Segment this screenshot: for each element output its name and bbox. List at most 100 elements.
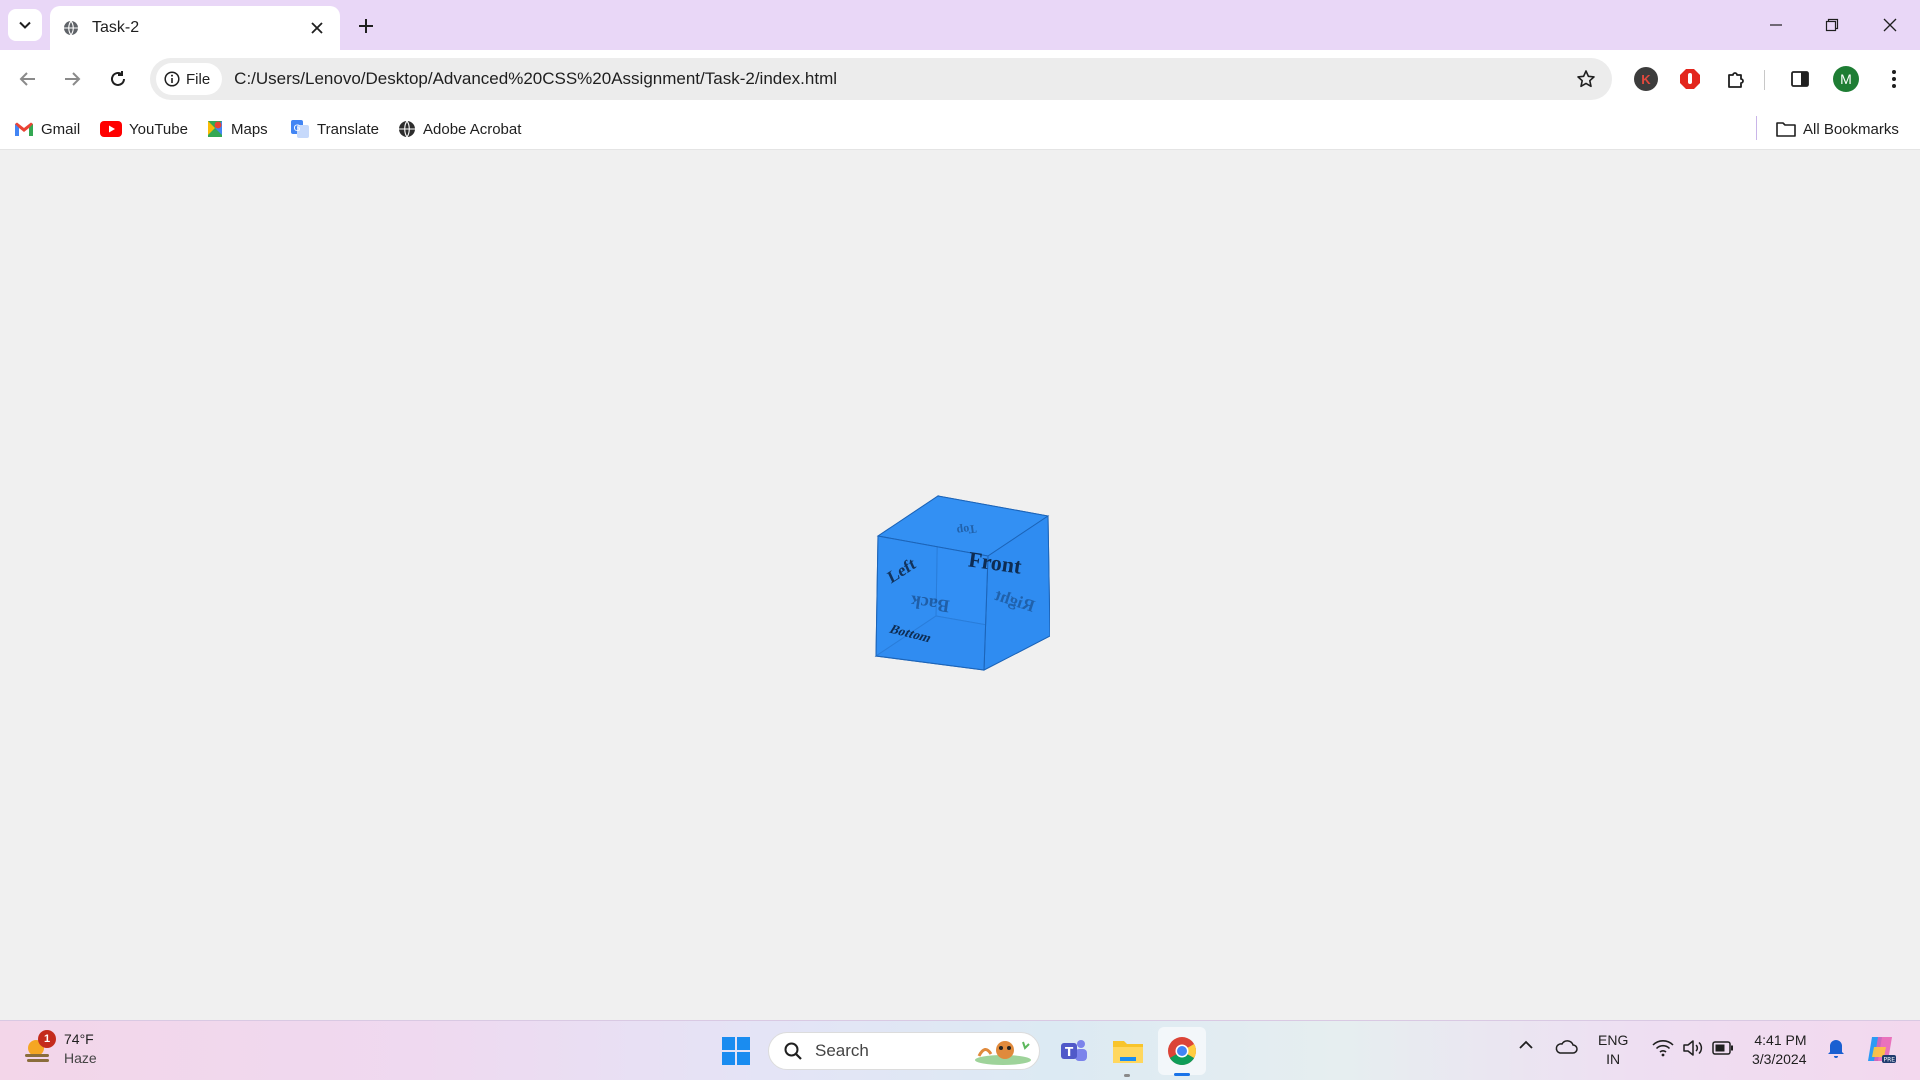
chrome-icon xyxy=(1168,1037,1196,1065)
site-chip-label: File xyxy=(186,70,211,88)
menu-button[interactable] xyxy=(1878,63,1910,95)
search-highlight-icon xyxy=(975,1041,1031,1065)
active-tab[interactable]: Task-2 xyxy=(50,6,340,50)
cloud-icon xyxy=(1555,1040,1578,1054)
teams-icon: T xyxy=(1061,1040,1087,1061)
bookmark-adobe-acrobat[interactable]: Adobe Acrobat xyxy=(398,116,521,142)
search-icon xyxy=(784,1042,802,1060)
file-explorer-button[interactable] xyxy=(1108,1031,1148,1071)
adblock-extension-button[interactable] xyxy=(1674,63,1706,95)
bookmark-youtube[interactable]: YouTube xyxy=(100,116,188,142)
extension-k-icon: K xyxy=(1634,67,1658,91)
cube-label-top: Top xyxy=(956,522,978,539)
tab-strip: Task-2 xyxy=(0,0,1920,50)
bookmark-star-button[interactable] xyxy=(1568,61,1604,97)
bookmark-label: Gmail xyxy=(41,120,81,138)
translate-icon: G xyxy=(291,120,309,138)
start-button[interactable] xyxy=(716,1031,756,1071)
extensions-button[interactable] xyxy=(1720,63,1752,95)
css-cube: Top Left Front Back Right Bottom xyxy=(874,495,1050,671)
taskbar-search[interactable]: Search xyxy=(768,1032,1040,1070)
chevron-down-icon xyxy=(19,21,31,29)
bookmark-label: Translate xyxy=(317,120,379,138)
extension-k-button[interactable]: K xyxy=(1630,63,1662,95)
chrome-button[interactable] xyxy=(1162,1031,1202,1071)
copilot-button[interactable]: PRE xyxy=(1864,1033,1896,1065)
language-region: IN xyxy=(1606,1051,1621,1067)
language-code: ENG xyxy=(1598,1032,1629,1048)
weather-widget[interactable]: 1 74°F Haze xyxy=(22,1030,97,1068)
restore-button[interactable] xyxy=(1812,8,1852,42)
maps-icon xyxy=(208,121,222,137)
bookmark-label: Maps xyxy=(231,120,268,138)
gmail-icon xyxy=(15,122,33,136)
all-bookmarks-label: All Bookmarks xyxy=(1803,120,1899,138)
all-bookmarks-button[interactable]: All Bookmarks xyxy=(1776,116,1899,142)
svg-text:PRE: PRE xyxy=(1884,1057,1896,1064)
weather-desc: Haze xyxy=(64,1050,97,1066)
arrow-right-icon xyxy=(65,72,81,86)
restore-icon xyxy=(1825,18,1839,32)
tab-title: Task-2 xyxy=(92,19,140,36)
puzzle-icon xyxy=(1728,72,1744,88)
teams-button[interactable]: T xyxy=(1054,1031,1094,1071)
explorer-running-indicator xyxy=(1124,1074,1130,1077)
battery-icon xyxy=(1712,1041,1733,1055)
site-info-chip[interactable]: File xyxy=(156,63,223,95)
chrome-running-indicator xyxy=(1174,1073,1190,1076)
clock-time: 4:41 PM xyxy=(1754,1032,1807,1048)
star-icon xyxy=(1577,70,1595,88)
plus-icon xyxy=(359,19,373,33)
toolbar-separator xyxy=(1764,70,1765,90)
wifi-icon xyxy=(1652,1040,1674,1057)
side-panel-button[interactable] xyxy=(1784,63,1816,95)
notifications-button[interactable] xyxy=(1826,1037,1846,1059)
new-tab-button[interactable] xyxy=(352,12,380,40)
youtube-icon xyxy=(100,121,122,137)
globe-icon xyxy=(399,120,415,138)
back-button[interactable] xyxy=(10,61,46,97)
bookmark-translate[interactable]: G Translate xyxy=(290,116,379,142)
weather-badge: 1 xyxy=(38,1030,56,1048)
bookmarks-separator xyxy=(1756,116,1757,140)
folder-icon xyxy=(1776,122,1796,137)
battery-button[interactable] xyxy=(1712,1041,1734,1055)
forward-button[interactable] xyxy=(54,61,90,97)
show-hidden-icons-button[interactable] xyxy=(1518,1039,1534,1051)
windows-taskbar: 1 74°F Haze Search T ENG IN 4:41 PM 3/3/… xyxy=(0,1020,1920,1080)
svg-text:T: T xyxy=(1065,1045,1074,1059)
bookmark-maps[interactable]: Maps xyxy=(206,116,268,142)
profile-avatar: M xyxy=(1833,66,1859,92)
folder-icon xyxy=(1113,1041,1143,1063)
clock-date: 3/3/2024 xyxy=(1752,1051,1807,1067)
globe-icon xyxy=(62,19,80,37)
tab-search-button[interactable] xyxy=(8,9,42,41)
bookmark-gmail[interactable]: Gmail xyxy=(14,116,80,142)
arrow-left-icon xyxy=(19,72,35,86)
close-window-button[interactable] xyxy=(1870,8,1910,42)
reload-icon xyxy=(111,71,125,86)
chevron-up-icon xyxy=(1519,1040,1533,1049)
info-icon xyxy=(164,71,180,87)
close-tab-icon[interactable] xyxy=(306,17,328,39)
search-label: Search xyxy=(815,1041,869,1060)
system-clock[interactable]: 4:41 PM 3/3/2024 xyxy=(1752,1031,1807,1069)
windows-logo-icon xyxy=(722,1037,750,1065)
reload-button[interactable] xyxy=(100,61,136,97)
bookmark-label: YouTube xyxy=(129,120,188,138)
profile-button[interactable]: M xyxy=(1830,63,1862,95)
copilot-icon: PRE xyxy=(1868,1037,1896,1064)
close-icon xyxy=(1883,18,1897,32)
browser-toolbar: File C:/Users/Lenovo/Desktop/Advanced%20… xyxy=(0,50,1920,108)
bookmark-label: Adobe Acrobat xyxy=(423,120,522,138)
address-bar[interactable]: File C:/Users/Lenovo/Desktop/Advanced%20… xyxy=(150,58,1612,100)
language-indicator[interactable]: ENG IN xyxy=(1598,1031,1628,1069)
bell-icon xyxy=(1828,1040,1844,1058)
more-vert-icon xyxy=(1892,70,1896,88)
wifi-button[interactable] xyxy=(1652,1039,1674,1057)
url-text[interactable]: C:/Users/Lenovo/Desktop/Advanced%20CSS%2… xyxy=(234,69,1568,89)
onedrive-button[interactable] xyxy=(1554,1039,1578,1055)
side-panel-icon xyxy=(1791,71,1809,87)
volume-button[interactable] xyxy=(1682,1039,1704,1057)
minimize-button[interactable] xyxy=(1756,8,1796,42)
